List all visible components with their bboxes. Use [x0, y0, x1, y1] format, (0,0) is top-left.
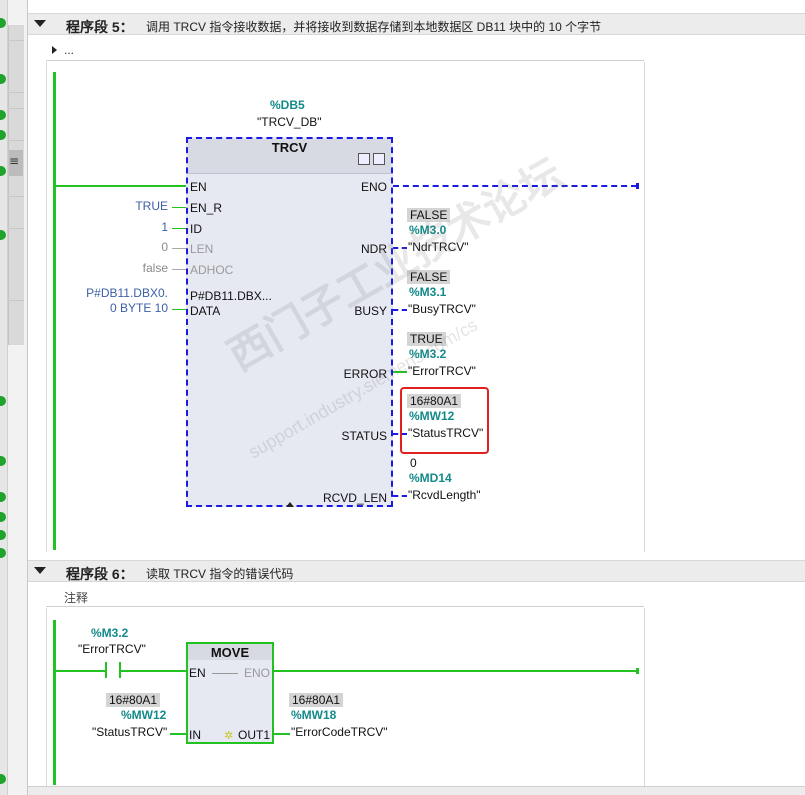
- network-5-comment[interactable]: ...: [46, 39, 644, 61]
- trcv-db-address: %DB5: [270, 98, 305, 112]
- move-out-tag[interactable]: "ErrorCodeTRCV": [291, 725, 388, 739]
- gutter-tick: [8, 108, 24, 109]
- power-rail: [53, 620, 56, 785]
- en-wire: [55, 185, 186, 187]
- wire-end-marker: [636, 183, 639, 189]
- move-pin-out1: OUT1: [237, 728, 270, 742]
- network-5-comment-text: ...: [64, 43, 75, 57]
- move-pin-eno: ENO: [243, 666, 270, 680]
- operand-id[interactable]: 1: [110, 220, 168, 234]
- move-out-value: 16#80A1: [289, 693, 344, 707]
- trcv-db-name: "TRCV_DB": [257, 115, 322, 129]
- pin-rcvd-len: RCVD_LEN: [322, 491, 387, 505]
- network-6-border: [46, 608, 47, 786]
- move-en-eno-line: [212, 673, 238, 674]
- busy-wire: [393, 309, 407, 311]
- out-star-icon: ✲: [224, 730, 234, 742]
- status-highlight-box: [400, 387, 489, 454]
- move-pin-en: EN: [189, 666, 206, 680]
- pin-data: DATA: [190, 304, 221, 318]
- wire-en-r: [172, 207, 186, 208]
- tia-portal-ladder-editor: ≡ 程序段 5： 调用 TRCV 指令接收数据，并将接收到数据存储到本地数据区 …: [0, 0, 805, 795]
- move-in-address[interactable]: %MW12: [121, 708, 166, 722]
- move-in-wire: [170, 733, 186, 735]
- move-block-title: MOVE: [210, 645, 250, 660]
- network-6-description: 读取 TRCV 指令的错误代码: [146, 567, 294, 581]
- contact-left-bar[interactable]: [105, 662, 107, 678]
- gutter-tick: [8, 140, 24, 141]
- network-6-label: 程序段 6：: [66, 566, 134, 582]
- network-5-description: 调用 TRCV 指令接收数据，并将接收到数据存储到本地数据区 DB11 块中的 …: [146, 20, 602, 34]
- contact-address[interactable]: %M3.2: [91, 626, 128, 640]
- network-5-border: [46, 62, 47, 552]
- pin-eno: ENO: [360, 180, 387, 194]
- move-pin-in: IN: [189, 728, 201, 742]
- contact-right-wire: [121, 670, 186, 672]
- move-block[interactable]: MOVE EN ENO IN ✲ OUT1: [186, 642, 274, 744]
- network-5-header[interactable]: 程序段 5： 调用 TRCV 指令接收数据，并将接收到数据存储到本地数据区 DB…: [28, 13, 805, 35]
- network-5-border: [644, 62, 645, 552]
- vertical-scrollbar[interactable]: [8, 25, 24, 345]
- collapse-triangle-icon[interactable]: [34, 567, 46, 574]
- move-eno-wire: [274, 670, 636, 672]
- bottom-scrollbar[interactable]: [28, 786, 805, 795]
- rcvd-len-wire: [393, 495, 407, 497]
- power-rail: [53, 72, 56, 550]
- move-in-value: 16#80A1: [106, 693, 161, 707]
- move-in-tag[interactable]: "StatusTRCV": [92, 725, 167, 739]
- rcvd-len-address[interactable]: %MD14: [409, 471, 452, 485]
- network-6-comment[interactable]: 注释: [46, 585, 644, 607]
- pin-adhoc: ADHOC: [190, 263, 234, 277]
- rcvd-len-value: 0: [410, 456, 417, 470]
- pin-len: LEN: [190, 242, 214, 256]
- busy-tag[interactable]: "BusyTRCV": [408, 302, 476, 316]
- network-6-header[interactable]: 程序段 6： 读取 TRCV 指令的错误代码: [28, 560, 805, 582]
- contact-tag[interactable]: "ErrorTRCV": [78, 642, 146, 656]
- wire-adhoc: [172, 269, 186, 270]
- wire-len: [172, 248, 186, 249]
- move-out-wire: [274, 733, 290, 735]
- gutter-tick: [8, 40, 24, 41]
- wire-end-marker: [636, 668, 639, 674]
- collapse-triangle-icon[interactable]: [34, 20, 46, 27]
- pin-en-r: EN_R: [190, 201, 223, 215]
- gutter-tick: [8, 228, 24, 229]
- block-diagnostic-icon[interactable]: [373, 153, 385, 165]
- expand-arrow-icon[interactable]: [52, 46, 57, 54]
- pin-id: ID: [190, 222, 202, 236]
- gutter-tick: [8, 92, 24, 93]
- wire-data: [172, 309, 186, 310]
- pin-en: EN: [190, 180, 207, 194]
- menu-icon[interactable]: ≡: [9, 155, 19, 167]
- operand-len[interactable]: 0: [110, 240, 168, 254]
- operand-adhoc[interactable]: false: [110, 261, 168, 275]
- move-out-address[interactable]: %MW18: [291, 708, 336, 722]
- wire-id: [172, 228, 186, 229]
- network-5-label: 程序段 5：: [66, 19, 134, 35]
- gutter-tick: [8, 196, 24, 197]
- expand-pins-icon[interactable]: [286, 502, 294, 507]
- operand-data-line1[interactable]: P#DB11.DBX0.: [70, 286, 168, 300]
- busy-address[interactable]: %M3.1: [409, 285, 446, 299]
- gutter-tick: [8, 300, 24, 301]
- network-6-comment-text: 注释: [64, 591, 89, 605]
- operand-en-r[interactable]: TRUE: [110, 199, 168, 213]
- operand-data-line2[interactable]: 0 BYTE 10: [70, 301, 168, 315]
- network-6-border: [644, 608, 645, 786]
- block-config-icon[interactable]: [358, 153, 370, 165]
- pin-status: STATUS: [341, 429, 387, 443]
- rcvd-len-tag[interactable]: "RcvdLength": [408, 488, 481, 502]
- pin-data-inside: P#DB11.DBX...: [190, 289, 272, 303]
- contact-left-wire: [55, 670, 105, 672]
